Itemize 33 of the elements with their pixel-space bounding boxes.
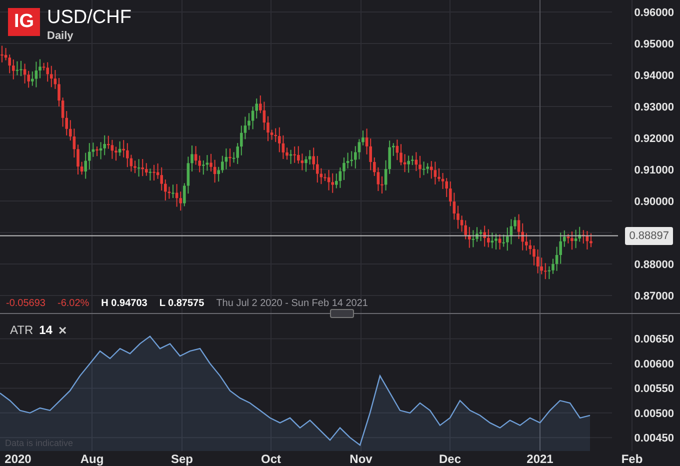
axis-label: 0.90000 — [634, 196, 674, 208]
axis-label: 0.95000 — [634, 38, 674, 50]
axis-label: Dec — [439, 452, 461, 466]
axis-label: Nov — [350, 452, 372, 466]
axis-label: 0.93000 — [634, 102, 674, 114]
axis-label: 0.87000 — [634, 290, 674, 302]
symbol-title: USD/CHF — [47, 8, 132, 28]
logo: IG — [8, 8, 40, 36]
date-range: Thu Jul 2 2020 - Sun Feb 14 2021 — [216, 298, 368, 309]
change-value: -0.05693 — [6, 298, 46, 309]
axis-label: 2020 — [4, 452, 32, 466]
axis-label: 0.91000 — [634, 164, 674, 176]
axis-label: Aug — [80, 452, 104, 466]
axis-label: 0.00550 — [634, 383, 674, 396]
axis-label: 0.00500 — [634, 408, 674, 420]
high-value: H 0.94703 — [101, 298, 148, 309]
axis-label: Sep — [171, 452, 193, 466]
low-value: L 0.87575 — [159, 298, 204, 309]
axis-label: 0.88000 — [634, 259, 674, 271]
change-percent: -6.02% — [57, 298, 90, 309]
axis-label: 0.94000 — [634, 70, 674, 82]
interval-label: Daily — [47, 30, 74, 42]
axis-label: 0.96000 — [634, 7, 674, 19]
indicator-name: ATR — [10, 323, 34, 337]
axis-label: Oct — [261, 452, 281, 466]
axis-label: 2021 — [526, 452, 554, 466]
axis-label: 0.00600 — [634, 358, 674, 370]
indicator-period: 14 — [39, 323, 52, 337]
price-label: 0.88897 — [625, 226, 673, 245]
axis-label: 0.00450 — [634, 432, 674, 445]
axis-label: Feb — [621, 452, 643, 466]
axis-label: 0.00650 — [634, 334, 674, 346]
axis-label: 0.92000 — [634, 133, 674, 145]
